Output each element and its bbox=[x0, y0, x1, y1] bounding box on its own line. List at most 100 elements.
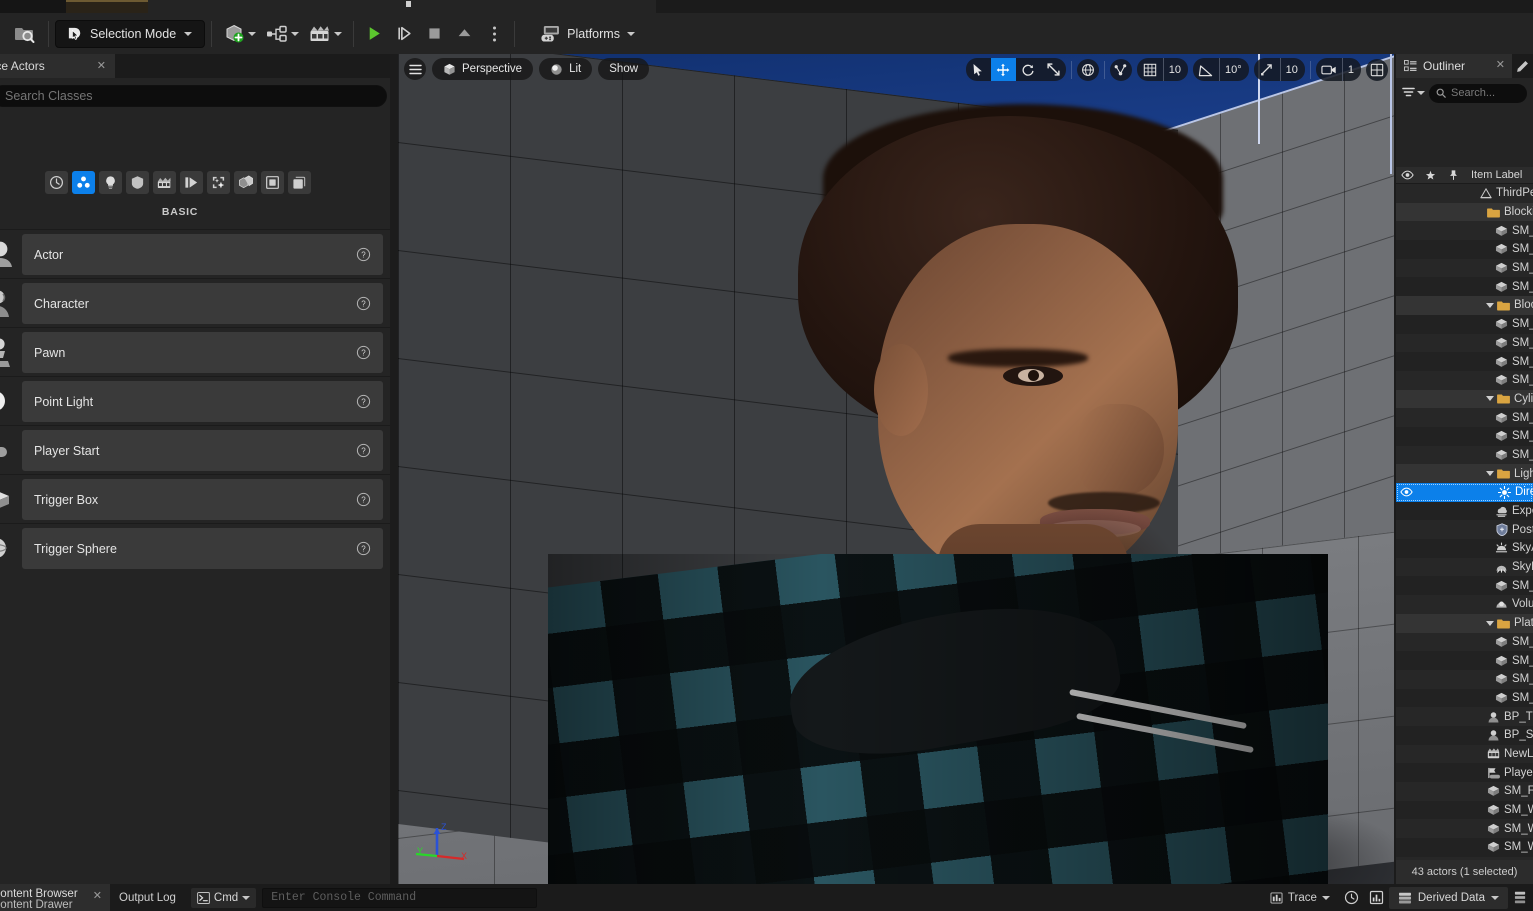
frame-step-button[interactable] bbox=[390, 19, 418, 49]
angle-snap-control[interactable]: 10° bbox=[1192, 58, 1249, 81]
outliner-row[interactable]: SM_Floor bbox=[1396, 782, 1533, 801]
outliner-row[interactable]: SkyAtmosphere bbox=[1396, 539, 1533, 558]
eye-icon[interactable] bbox=[1399, 487, 1414, 497]
outliner-filter-button[interactable] bbox=[1402, 87, 1425, 99]
outliner-row[interactable]: PostProcessVolume bbox=[1396, 520, 1533, 540]
help-icon[interactable]: ? bbox=[356, 345, 371, 360]
derived-data-dropdown[interactable]: Derived Data bbox=[1388, 886, 1508, 909]
category-misc[interactable] bbox=[288, 171, 311, 194]
list-item[interactable]: Point Light ? bbox=[0, 376, 390, 425]
tab-place-actors[interactable]: Place Actors ✕ bbox=[0, 54, 115, 78]
close-icon[interactable]: ✕ bbox=[93, 889, 102, 902]
outliner-row[interactable]: ThirdPersonMap bbox=[1396, 184, 1533, 203]
outliner-row[interactable]: SM_Wall_01 bbox=[1396, 800, 1533, 820]
outliner-row[interactable]: SM_Cylinder bbox=[1396, 408, 1533, 427]
outliner-row[interactable]: SM_SkySphere bbox=[1396, 576, 1533, 596]
outliner-row[interactable]: SM_Platform4 bbox=[1396, 688, 1533, 708]
list-item[interactable]: Player Start ? bbox=[0, 425, 390, 474]
outliner-row[interactable]: Blocking bbox=[1396, 202, 1533, 222]
column-visibility[interactable] bbox=[1396, 170, 1419, 180]
trace-dropdown[interactable]: Trace bbox=[1261, 884, 1339, 911]
list-item[interactable]: Trigger Sphere ? bbox=[0, 523, 390, 572]
select-tool-button[interactable] bbox=[966, 58, 991, 81]
outliner-tree[interactable]: ThirdPersonMap Blocking SM_Cube SM_Cube2 SM_… bbox=[1396, 184, 1533, 909]
window-tab-3[interactable] bbox=[148, 0, 656, 13]
viewport-menu-button[interactable] bbox=[404, 58, 426, 80]
outliner-row[interactable]: SM_Cube bbox=[1396, 221, 1533, 241]
cmd-dropdown[interactable]: Cmd bbox=[190, 887, 257, 908]
outliner-row[interactable]: BP_Sky_Sphere bbox=[1396, 725, 1533, 745]
outliner-row[interactable]: Blockouts bbox=[1396, 296, 1533, 315]
performance-button[interactable] bbox=[1339, 884, 1364, 911]
move-tool-button[interactable] bbox=[990, 58, 1016, 81]
outliner-row[interactable]: SM_Platform3 bbox=[1396, 669, 1533, 689]
show-dropdown[interactable]: Show bbox=[598, 58, 650, 80]
scale-tool-button[interactable] bbox=[1041, 58, 1066, 81]
coordinate-system-button[interactable] bbox=[1076, 58, 1099, 81]
outliner-row[interactable]: SM_Platform2 bbox=[1396, 651, 1533, 670]
column-item-label[interactable]: Item Label bbox=[1465, 169, 1533, 181]
output-log-button[interactable]: Output Log bbox=[110, 884, 185, 911]
outliner-row[interactable]: SM_Platform bbox=[1396, 632, 1533, 652]
tab-details[interactable] bbox=[1512, 54, 1533, 78]
grid-snap-control[interactable]: 10 bbox=[1136, 58, 1188, 81]
window-tab-1[interactable] bbox=[0, 0, 66, 13]
outliner-row[interactable]: SM_Ramp bbox=[1396, 314, 1533, 334]
outliner-row[interactable]: SM_Wall_02 bbox=[1396, 819, 1533, 839]
category-geometry[interactable] bbox=[207, 171, 230, 194]
outliner-row[interactable]: SM_Cylinder3 bbox=[1396, 445, 1533, 465]
scale-snap-icon[interactable] bbox=[1254, 58, 1280, 81]
cinematics-button[interactable] bbox=[304, 19, 347, 49]
category-shapes[interactable] bbox=[126, 171, 149, 194]
scale-snap-value[interactable]: 10 bbox=[1279, 58, 1305, 81]
surface-snap-button[interactable] bbox=[1109, 58, 1132, 81]
outliner-row-selected[interactable]: DirectionalLight bbox=[1396, 483, 1533, 502]
stop-button[interactable] bbox=[420, 19, 448, 49]
outliner-row[interactable]: VolumetricCloud bbox=[1396, 595, 1533, 614]
outliner-row[interactable]: SM_Stairs bbox=[1396, 352, 1533, 371]
camera-speed-value[interactable]: 1 bbox=[1341, 58, 1361, 81]
camera-icon[interactable] bbox=[1316, 58, 1342, 81]
outliner-row[interactable]: SM_Cube3 bbox=[1396, 258, 1533, 278]
console-command-input[interactable]: Enter Console Command bbox=[262, 887, 538, 908]
viewport-layouts-button[interactable] bbox=[1366, 58, 1388, 81]
close-icon[interactable]: ✕ bbox=[1496, 58, 1505, 71]
expand-arrow-icon[interactable] bbox=[1486, 396, 1494, 402]
column-favorite[interactable] bbox=[1419, 170, 1442, 181]
content-browser-button[interactable] bbox=[8, 19, 42, 49]
outliner-row[interactable]: SM_Wall_03 bbox=[1396, 838, 1533, 857]
category-all-classes[interactable] bbox=[261, 171, 284, 194]
search-classes-input[interactable]: Search Classes bbox=[0, 85, 387, 107]
add-actor-button[interactable] bbox=[218, 19, 261, 49]
category-volumes[interactable] bbox=[234, 171, 257, 194]
category-visual-effects[interactable] bbox=[180, 171, 203, 194]
help-icon[interactable]: ? bbox=[356, 492, 371, 507]
outliner-row[interactable]: Cylinders bbox=[1396, 389, 1533, 409]
list-item[interactable]: Pawn ? bbox=[0, 327, 390, 376]
tab-outliner[interactable]: Outliner ✕ bbox=[1396, 54, 1512, 78]
window-tab-active[interactable] bbox=[66, 0, 148, 13]
grid-snap-icon[interactable] bbox=[1137, 58, 1163, 81]
outliner-row[interactable]: NewLevelSequence bbox=[1396, 744, 1533, 764]
selection-mode-dropdown[interactable]: Selection Mode bbox=[55, 19, 206, 48]
help-icon[interactable]: ? bbox=[356, 443, 371, 458]
eject-button[interactable] bbox=[450, 19, 478, 49]
outliner-row[interactable]: BP_ThirdPersonCharacter bbox=[1396, 707, 1533, 726]
list-item[interactable]: Trigger Box ? bbox=[0, 474, 390, 523]
outliner-row[interactable]: SM_Ramp2 bbox=[1396, 333, 1533, 353]
category-basic[interactable] bbox=[72, 171, 95, 194]
outliner-row[interactable]: SM_Cylinder2 bbox=[1396, 426, 1533, 446]
perspective-dropdown[interactable]: Perspective bbox=[432, 58, 534, 80]
scale-snap-control[interactable]: 10 bbox=[1253, 58, 1305, 81]
outliner-row[interactable]: Platforms bbox=[1396, 613, 1533, 633]
expand-arrow-icon[interactable] bbox=[1486, 620, 1494, 626]
outliner-row[interactable]: SM_Wall bbox=[1396, 370, 1533, 390]
outliner-row[interactable]: SkyLight bbox=[1396, 557, 1533, 577]
grid-snap-value[interactable]: 10 bbox=[1162, 58, 1188, 81]
camera-speed-control[interactable]: 1 bbox=[1315, 58, 1361, 81]
outliner-row[interactable]: PlayerStart bbox=[1396, 763, 1533, 782]
play-button[interactable] bbox=[360, 19, 388, 49]
help-icon[interactable]: ? bbox=[356, 247, 371, 262]
help-icon[interactable]: ? bbox=[356, 541, 371, 556]
category-recently-placed[interactable] bbox=[45, 171, 68, 194]
